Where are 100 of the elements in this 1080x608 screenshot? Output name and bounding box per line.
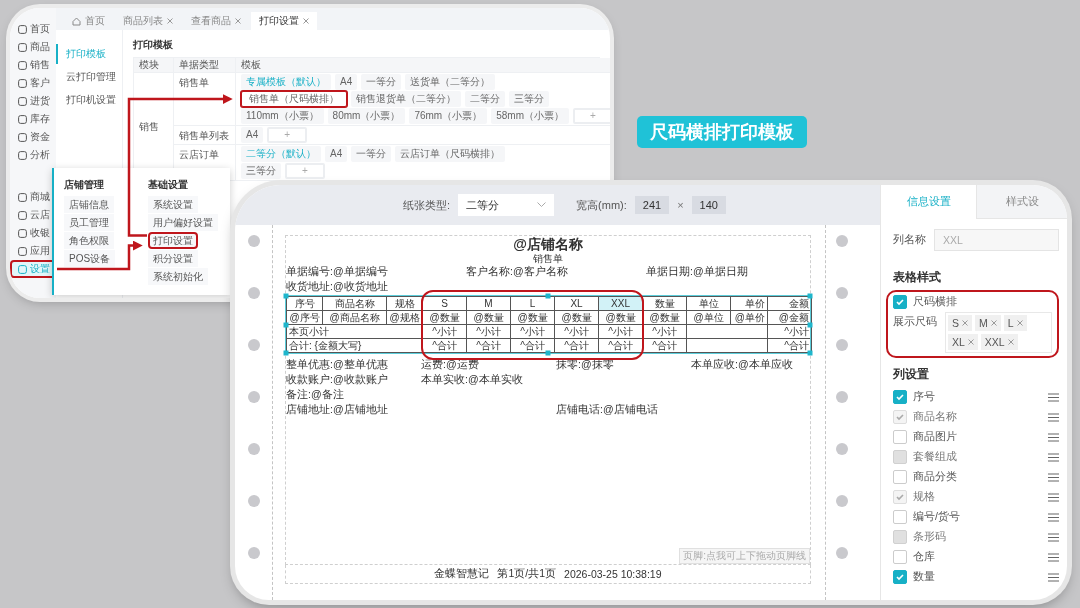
close-icon[interactable]	[167, 18, 173, 24]
width-field[interactable]: 241	[634, 196, 670, 214]
column-header[interactable]: 序号	[286, 296, 323, 311]
template-chip[interactable]: 云店订单（尺码横排）	[395, 146, 506, 162]
drag-handle-icon[interactable]	[1048, 572, 1059, 582]
resize-handle[interactable]	[283, 293, 289, 299]
drag-handle-icon[interactable]	[1048, 432, 1059, 442]
nav-item[interactable]: 商品	[10, 38, 56, 56]
template-chip[interactable]: 三等分	[509, 91, 549, 107]
close-icon[interactable]	[962, 320, 968, 326]
template-chip[interactable]: A4	[241, 127, 264, 143]
nav-item[interactable]: 收银	[10, 224, 56, 242]
template-chip[interactable]: 58mm（小票）	[491, 108, 569, 124]
menu-item[interactable]: 员工管理	[64, 214, 114, 231]
nav-item[interactable]: 云店	[10, 206, 56, 224]
footer-text: 2026-03-25 10:38:19	[564, 568, 662, 580]
menu-item[interactable]: 系统设置	[148, 196, 198, 213]
checkbox-label: 规格	[913, 490, 936, 504]
nav-item[interactable]: 资金	[10, 128, 56, 146]
checkbox[interactable]	[893, 430, 907, 444]
checkbox-label: 商品分类	[913, 470, 958, 484]
resize-handle[interactable]	[807, 322, 813, 327]
close-icon[interactable]	[967, 339, 974, 345]
close-icon[interactable]	[990, 320, 997, 326]
template-chip[interactable]: 三等分	[241, 163, 281, 179]
column-header[interactable]: 商品名称	[322, 296, 387, 311]
menu-item[interactable]: 系统初始化	[148, 268, 208, 285]
tab[interactable]: 打印设置	[251, 12, 317, 30]
resize-handle[interactable]	[807, 350, 813, 356]
column-header[interactable]: XXL	[598, 296, 643, 311]
close-icon[interactable]	[1007, 339, 1014, 345]
resize-handle[interactable]	[283, 350, 289, 356]
menu-item[interactable]: 店铺信息	[64, 196, 114, 213]
template-chip[interactable]: 销售单（尺码横排）	[241, 91, 347, 107]
template-chip[interactable]: 二等分	[465, 91, 505, 107]
resize-handle[interactable]	[283, 322, 289, 327]
close-icon[interactable]	[303, 18, 309, 24]
checkbox[interactable]	[893, 570, 907, 584]
nav-item[interactable]: 分析	[10, 146, 56, 164]
size-tags-field[interactable]: S M L XL XXL	[945, 312, 1052, 353]
drag-handle-icon[interactable]	[1048, 492, 1059, 502]
menu-item[interactable]: 打印设置	[148, 232, 198, 249]
nav-item[interactable]: 进货	[10, 92, 56, 110]
column-header[interactable]: 单位	[686, 296, 731, 311]
submenu-item[interactable]: 云打印管理	[56, 67, 122, 87]
drag-handle-icon[interactable]	[1048, 452, 1059, 462]
punch-hole	[836, 547, 848, 559]
column-header[interactable]: XL	[554, 296, 599, 311]
menu-item[interactable]: 积分设置	[148, 250, 198, 267]
drag-handle-icon[interactable]	[1048, 552, 1059, 562]
column-header[interactable]: 数量	[642, 296, 687, 311]
nav-item[interactable]: 首页	[10, 20, 56, 38]
resize-handle[interactable]	[545, 350, 551, 356]
column-header[interactable]: M	[466, 296, 511, 311]
menu-item[interactable]: 角色权限	[64, 232, 114, 249]
height-field[interactable]: 140	[691, 196, 726, 214]
template-chip[interactable]: A4	[335, 74, 358, 90]
drag-handle-icon[interactable]	[1048, 412, 1059, 422]
close-icon[interactable]	[1016, 320, 1023, 326]
close-icon[interactable]	[235, 18, 241, 24]
resize-handle[interactable]	[807, 293, 813, 299]
menu-item[interactable]: POS设备	[64, 250, 116, 267]
paper-type-dropdown[interactable]: 二等分	[458, 194, 555, 216]
column-header[interactable]: S	[422, 296, 467, 311]
punch-hole	[247, 391, 260, 403]
template-chip[interactable]: 80mm（小票）	[327, 108, 406, 124]
checkbox[interactable]	[893, 295, 907, 309]
nav-item[interactable]: 销售	[10, 56, 56, 74]
nav-item[interactable]: 商城	[10, 188, 56, 206]
template-chip[interactable]: 110mm（小票）	[241, 108, 324, 124]
template-chip[interactable]: A4	[325, 146, 348, 162]
column-header[interactable]: 规格	[386, 296, 423, 311]
field-text: 收货地址:@收货地址	[286, 279, 388, 294]
nav-item[interactable]: 客户	[10, 74, 56, 92]
row-label: 合计: {金额大写}	[286, 338, 423, 353]
menu-item[interactable]: 用户偏好设置	[148, 214, 218, 231]
drag-handle-icon[interactable]	[1048, 512, 1059, 522]
checkbox[interactable]	[893, 510, 907, 524]
checkbox-label: 条形码	[913, 530, 947, 544]
column-header: 模板	[236, 58, 610, 73]
template-chip[interactable]: 一等分	[361, 74, 402, 90]
drag-handle-icon[interactable]	[1048, 472, 1059, 482]
template-chip[interactable]: 76mm（小票）	[409, 108, 488, 124]
drag-handle-icon[interactable]	[1048, 532, 1059, 542]
resize-handle[interactable]	[545, 293, 551, 299]
template-chip[interactable]: 一等分	[351, 146, 392, 162]
check-icon	[896, 573, 904, 581]
nav-item[interactable]: 应用	[10, 242, 56, 260]
menu-heading: 店铺管理	[64, 178, 104, 192]
checkbox[interactable]	[893, 470, 907, 484]
column-header[interactable]: 单价	[730, 296, 768, 311]
drag-handle-icon[interactable]	[1048, 392, 1059, 402]
punch-hole	[247, 547, 260, 559]
checkbox[interactable]	[893, 390, 907, 404]
submenu-item[interactable]: 打印机设置	[56, 90, 122, 110]
nav-item[interactable]: 库存	[10, 110, 56, 128]
template-chip[interactable]: 销售退货单（二等分）	[351, 91, 461, 107]
field-text: 收款账户:@收款账户	[286, 372, 388, 387]
checkbox[interactable]	[893, 550, 907, 564]
template-chip[interactable]: 送货单（二等分）	[405, 74, 496, 90]
